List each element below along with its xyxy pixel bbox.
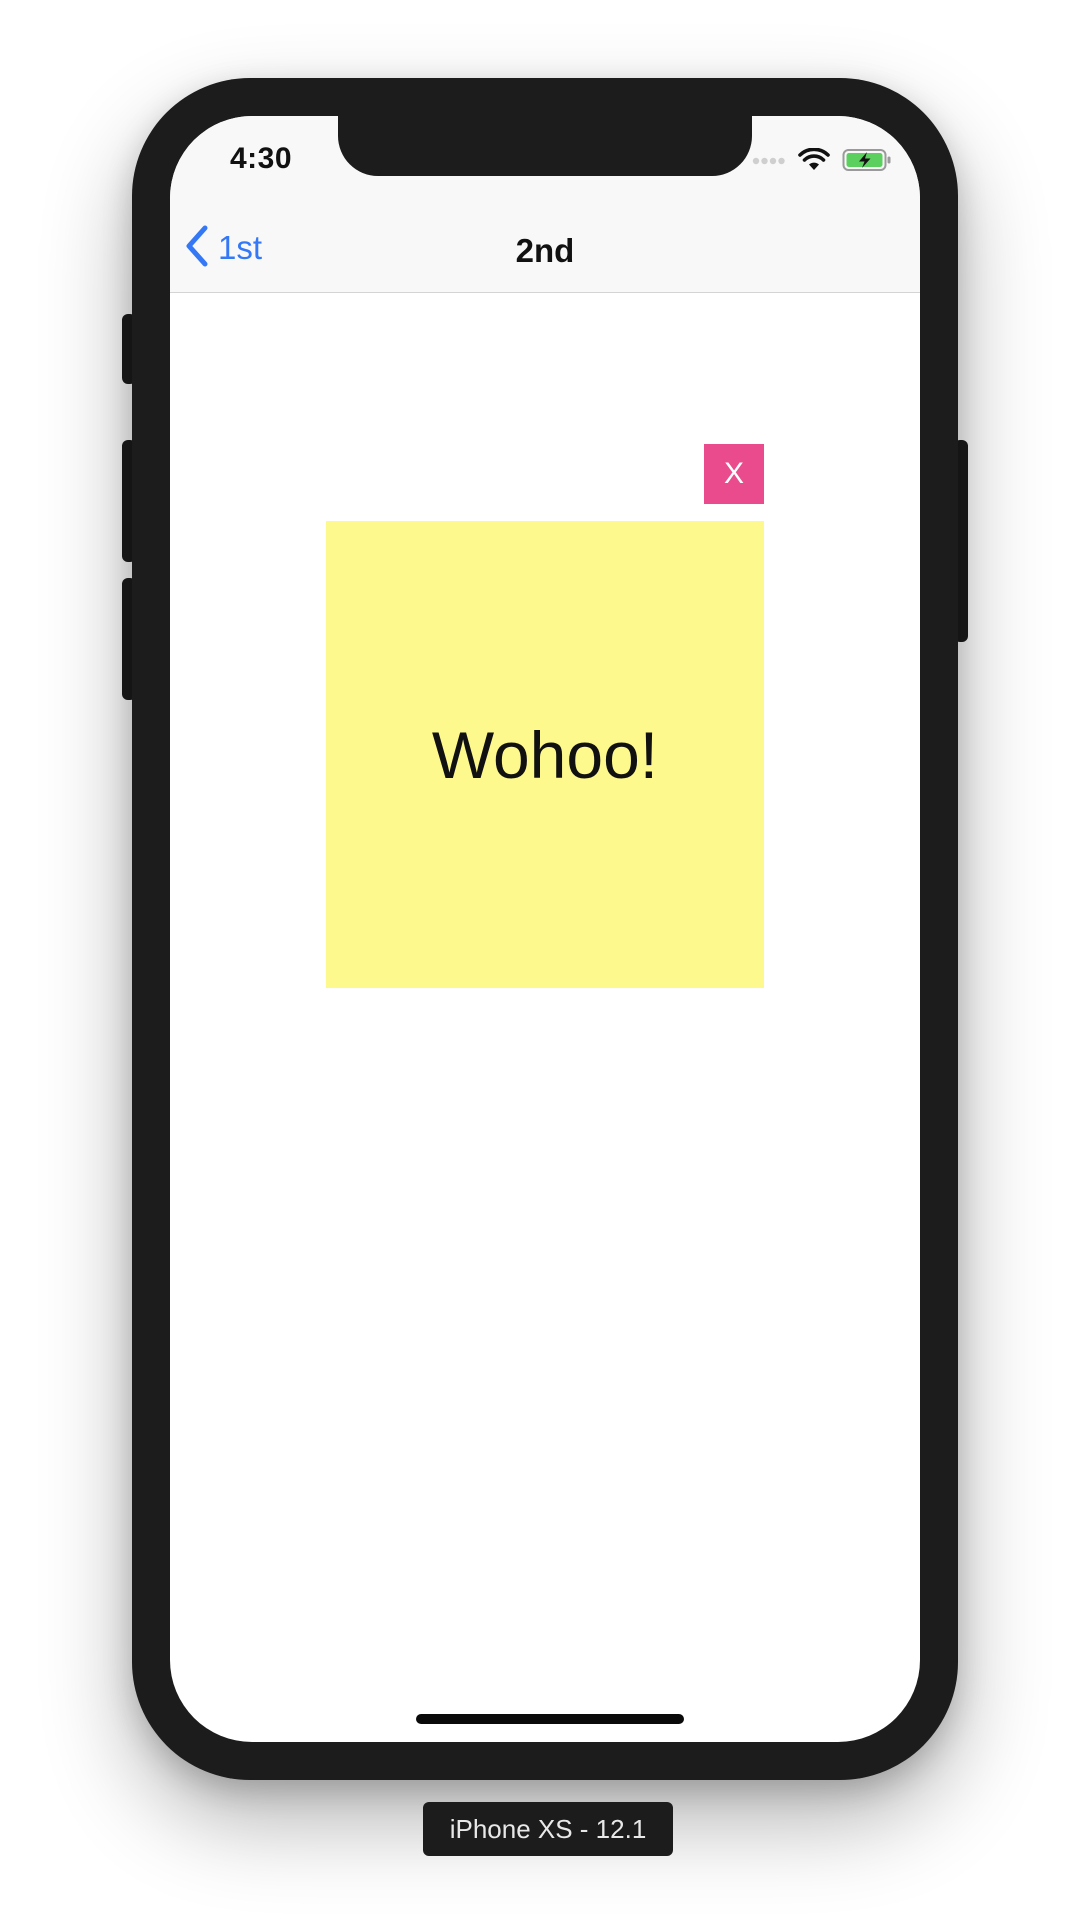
- page-title: 2nd: [515, 232, 575, 269]
- notch: [338, 116, 752, 176]
- home-indicator[interactable]: [416, 1714, 684, 1724]
- status-icons: [752, 147, 892, 177]
- close-button[interactable]: X: [704, 444, 764, 504]
- device-label: iPhone XS - 12.1: [423, 1802, 673, 1856]
- note-card: Wohoo!: [326, 521, 764, 988]
- note-text: Wohoo!: [431, 717, 659, 792]
- wifi-icon: [798, 147, 830, 177]
- status-time: 4:30: [230, 142, 293, 175]
- status-bar: 4:30: [170, 116, 920, 204]
- signal-icon: [752, 153, 786, 171]
- device-screen: 4:30 1st 2nd X Wohoo!: [170, 116, 920, 1742]
- battery-charging-icon: [842, 148, 892, 177]
- navigation-bar: 1st 2nd: [170, 204, 920, 293]
